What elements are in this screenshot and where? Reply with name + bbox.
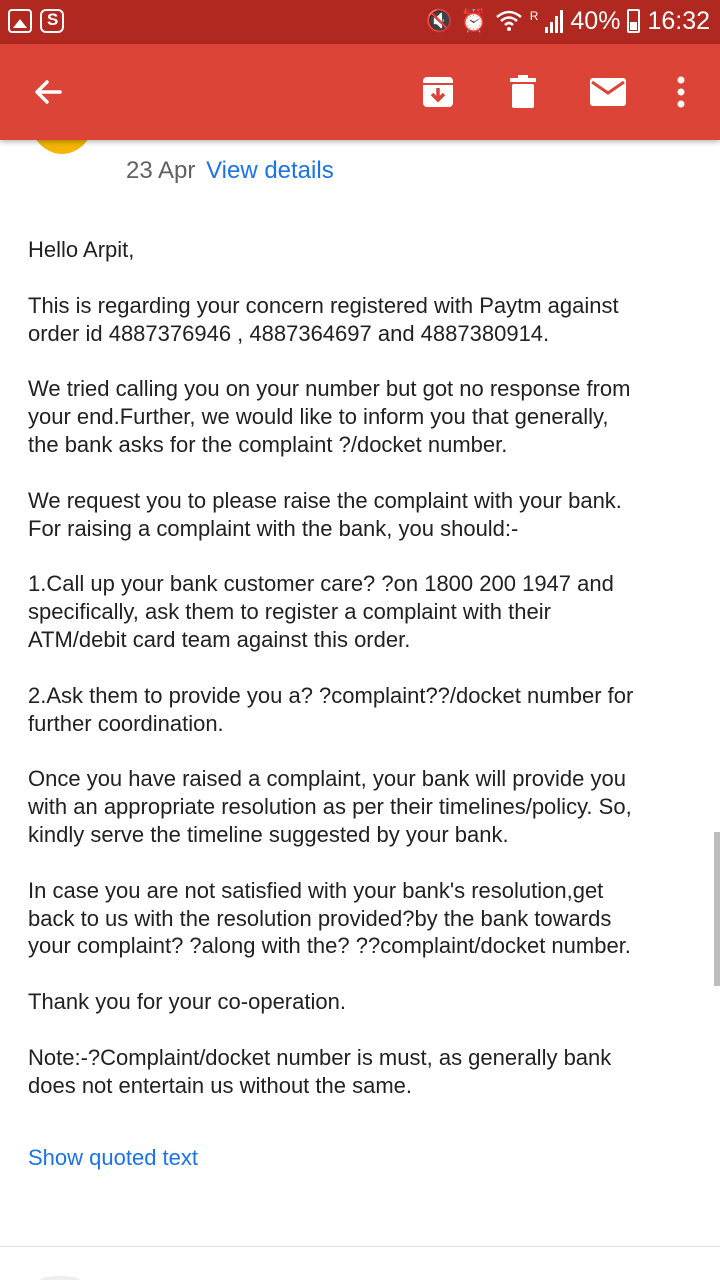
- delete-button[interactable]: [497, 66, 549, 118]
- roaming-label: R: [529, 9, 539, 23]
- show-quoted-text-link[interactable]: Show quoted text: [28, 1145, 198, 1171]
- message-paragraph: 1.Call up your bank customer care? ?on 1…: [28, 571, 614, 652]
- more-options-button[interactable]: [655, 66, 707, 118]
- next-message-avatar: [40, 1276, 80, 1280]
- status-bar: 🔇 ⏰ R 40% 16:32: [0, 0, 720, 44]
- divider: [0, 1246, 720, 1247]
- message-paragraph: In case you are not satisfied with your …: [28, 877, 631, 959]
- vibrate-mute-icon: 🔇: [425, 8, 454, 33]
- view-details-link[interactable]: View details: [206, 157, 334, 184]
- message-paragraph: Hello Arpit,: [28, 237, 135, 262]
- scrollbar[interactable]: [714, 832, 720, 986]
- delete-icon: [510, 75, 536, 108]
- wifi-icon: [495, 10, 522, 31]
- message-paragraph: We tried calling you on your number but …: [28, 376, 631, 457]
- back-button[interactable]: [22, 66, 74, 118]
- message-date: 23 Apr: [126, 157, 196, 184]
- message-paragraph: We request you to please raise the compl…: [28, 487, 622, 541]
- mail-icon: [590, 78, 626, 106]
- battery-percent: 40%: [570, 6, 621, 35]
- message-paragraph: 2.Ask them to provide you a? ?complaint?…: [28, 682, 634, 736]
- archive-icon: [423, 77, 453, 107]
- message-paragraph: Note:-?Complaint/docket number is must, …: [28, 1044, 612, 1098]
- alarm-icon: ⏰: [460, 8, 488, 33]
- archive-button[interactable]: [412, 66, 464, 118]
- mark-unread-button[interactable]: [582, 66, 634, 118]
- message-body: Hello Arpit, This is regarding your conc…: [28, 236, 698, 1128]
- arrow-back-icon: [35, 80, 62, 104]
- message-paragraph: Thank you for your co-operation.: [28, 989, 346, 1015]
- gallery-notification-icon: [8, 9, 32, 33]
- more-vert-icon: [677, 76, 685, 108]
- battery-icon: [627, 9, 641, 33]
- app-toolbar: [0, 44, 720, 140]
- message-date-line: 23 Apr View details: [126, 157, 334, 185]
- message-paragraph: This is regarding your concern registere…: [28, 292, 619, 346]
- clock: 16:32: [647, 6, 710, 35]
- message-paragraph: Once you have raised a complaint, your b…: [28, 766, 632, 847]
- saavn-notification-icon: [40, 9, 64, 33]
- signal-icon: [545, 9, 564, 33]
